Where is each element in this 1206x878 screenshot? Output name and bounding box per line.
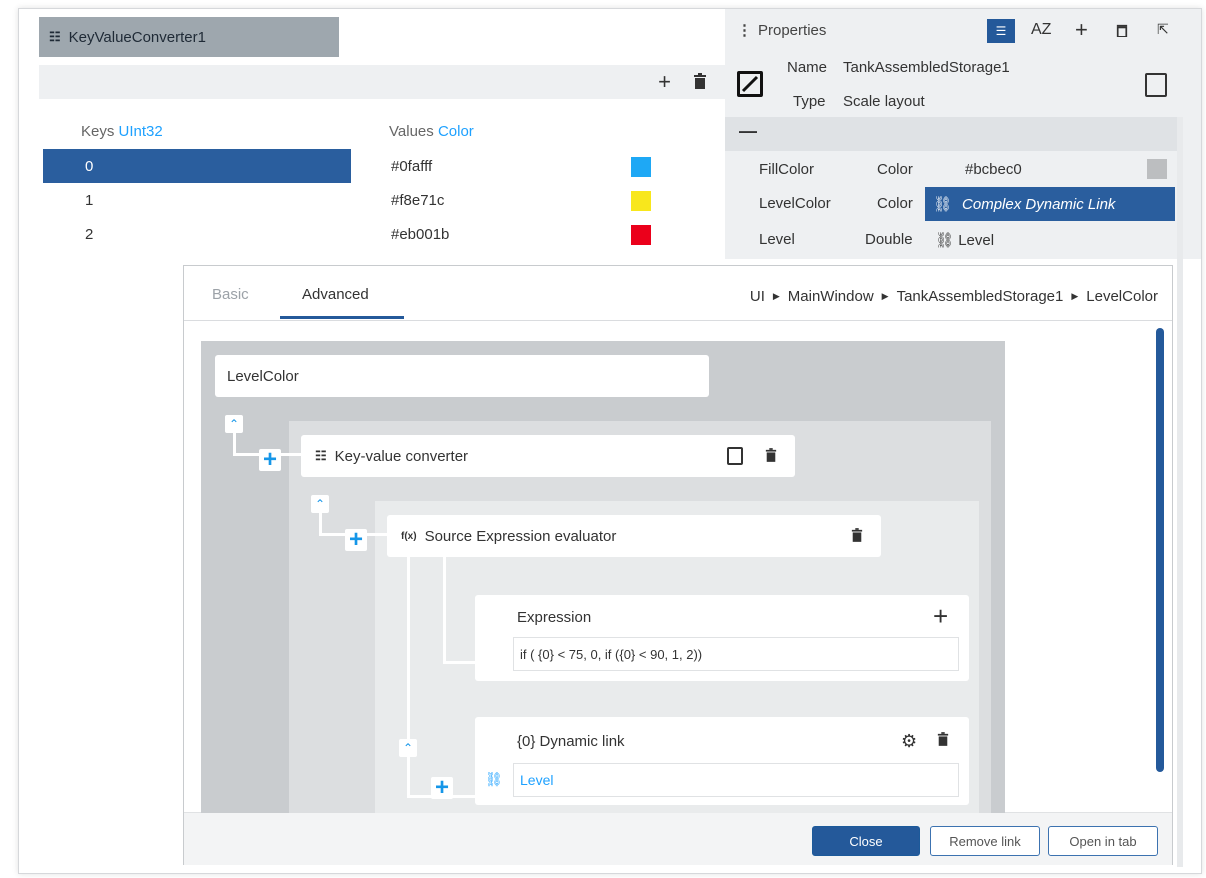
collapse-chevron-icon[interactable]: ⌃ <box>225 415 243 433</box>
converter-icon: ☷ <box>315 448 327 463</box>
expression-label: Expression <box>517 609 592 626</box>
dynamic-link-label: {0} Dynamic link <box>517 733 625 750</box>
property-type: Color <box>877 161 913 178</box>
value-cell: #eb001b <box>391 225 450 243</box>
property-name: Level <box>759 231 795 248</box>
add-child-icon[interactable]: + <box>259 448 281 472</box>
value-cell: #0fafff <box>391 157 433 175</box>
converter-node-label: Key-value converter <box>334 447 469 465</box>
link-icon: ⛓ <box>935 232 955 249</box>
add-child-icon[interactable]: + <box>431 776 453 800</box>
expression-input[interactable]: if ( {0} < 75, 0, if ({0} < 90, 1, 2)) <box>513 637 959 671</box>
property-name: FillColor <box>759 161 815 178</box>
drag-handle-icon[interactable]: ⋮ <box>737 22 752 39</box>
connector-line <box>443 661 477 664</box>
delete-icon[interactable] <box>693 71 707 93</box>
tab-divider <box>184 320 1172 321</box>
delete-link-icon[interactable] <box>937 731 949 752</box>
converter-tab[interactable]: ☷ KeyValueConverter1 <box>39 17 339 57</box>
property-value[interactable]: #bcbec0 <box>965 161 1022 178</box>
object-settings-icon[interactable] <box>1145 73 1167 97</box>
values-type[interactable]: Color <box>438 123 474 140</box>
properties-section-header[interactable]: — <box>725 117 1177 151</box>
evaluator-node-label: Source Expression evaluator <box>424 527 617 545</box>
table-row[interactable]: 1 #f8e71c <box>43 183 663 217</box>
categorized-view-button[interactable]: ☰ <box>987 19 1015 43</box>
collapse-icon[interactable]: — <box>739 121 757 142</box>
converter-tab-title: KeyValueConverter1 <box>68 28 206 46</box>
converter-icon: ☷ <box>49 29 61 44</box>
edit-object-icon[interactable] <box>737 71 763 97</box>
keys-type[interactable]: UInt32 <box>119 123 163 140</box>
level-color-link-cell[interactable]: ⛓ Complex Dynamic Link <box>925 187 1175 221</box>
keys-header: Keys UInt32 <box>81 123 163 140</box>
values-label: Values <box>389 123 434 140</box>
export-icon[interactable]: ⇱ <box>1157 21 1169 38</box>
link-icon: ⛓ <box>933 196 953 213</box>
add-expression-icon[interactable]: + <box>933 603 948 629</box>
window: ☷ KeyValueConverter1 + Keys UInt32 Value… <box>18 8 1202 874</box>
add-icon[interactable]: + <box>658 71 671 93</box>
evaluator-node[interactable]: f(x) Source Expression evaluator <box>387 515 881 557</box>
name-value[interactable]: TankAssembledStorage1 <box>843 59 1010 76</box>
key-cell: 1 <box>85 191 94 209</box>
converter-table-header: Keys UInt32 Values Color <box>39 113 659 149</box>
connector-line <box>443 555 446 663</box>
tab-basic[interactable]: Basic <box>212 286 249 303</box>
node-settings-icon[interactable] <box>727 447 743 465</box>
table-row[interactable]: 2 #eb001b <box>43 217 663 251</box>
converter-node[interactable]: ☷ Key-value converter <box>301 435 795 477</box>
root-node[interactable]: LevelColor <box>215 355 709 397</box>
properties-scrollbar[interactable] <box>1177 117 1183 867</box>
name-label: Name <box>787 59 828 76</box>
color-swatch[interactable] <box>631 225 651 245</box>
property-value: Complex Dynamic Link <box>962 195 1116 213</box>
dynamic-link-input[interactable]: Level <box>513 763 959 797</box>
collapse-chevron-icon[interactable]: ⌃ <box>399 739 417 757</box>
add-child-icon[interactable]: + <box>345 528 367 552</box>
type-label: Type <box>793 93 826 110</box>
properties-title: ⋮ Properties <box>737 22 827 39</box>
key-cell: 2 <box>85 225 94 243</box>
chevron-right-icon: ▶ <box>1071 291 1079 301</box>
add-property-icon[interactable]: + <box>1075 17 1088 43</box>
property-type: Double <box>865 231 913 248</box>
delete-node-icon[interactable] <box>765 447 777 468</box>
open-in-tab-button[interactable]: Open in tab <box>1048 826 1158 856</box>
link-icon: ⛓ <box>485 771 503 787</box>
breadcrumb-item[interactable]: MainWindow <box>788 288 874 305</box>
type-value: Scale layout <box>843 93 925 110</box>
gear-icon[interactable]: ⚙ <box>901 731 917 752</box>
connector-line <box>407 555 410 797</box>
sort-az-button[interactable]: AZ <box>1031 21 1051 39</box>
active-tab-indicator <box>280 316 404 319</box>
values-header: Values Color <box>389 123 474 140</box>
value-cell: #f8e71c <box>391 191 445 209</box>
breadcrumb-item[interactable]: UI <box>750 288 765 305</box>
fill-color-swatch[interactable] <box>1147 159 1167 179</box>
dialog-scrollbar[interactable] <box>1156 328 1164 772</box>
property-type: Color <box>877 195 913 212</box>
chevron-right-icon: ▶ <box>881 291 889 301</box>
table-row[interactable]: 0 #0fafff <box>43 149 663 183</box>
remove-link-button[interactable]: Remove link <box>930 826 1040 856</box>
breadcrumb-item[interactable]: LevelColor <box>1086 288 1158 305</box>
breadcrumb-item[interactable]: TankAssembledStorage1 <box>897 288 1064 305</box>
property-name: LevelColor <box>759 195 831 212</box>
level-link-value[interactable]: ⛓ Level <box>935 231 994 249</box>
function-icon: f(x) <box>401 530 417 542</box>
keys-label: Keys <box>81 123 115 140</box>
tab-advanced[interactable]: Advanced <box>302 286 369 303</box>
close-button[interactable]: Close <box>812 826 920 856</box>
delete-property-icon[interactable] <box>1116 23 1128 42</box>
delete-node-icon[interactable] <box>851 527 863 548</box>
color-swatch[interactable] <box>631 157 651 177</box>
color-swatch[interactable] <box>631 191 651 211</box>
collapse-chevron-icon[interactable]: ⌃ <box>311 495 329 513</box>
key-cell: 0 <box>43 149 351 183</box>
breadcrumb: UI ▶ MainWindow ▶ TankAssembledStorage1 … <box>750 288 1158 305</box>
converter-toolbar: + <box>39 65 725 99</box>
chevron-right-icon: ▶ <box>772 291 780 301</box>
